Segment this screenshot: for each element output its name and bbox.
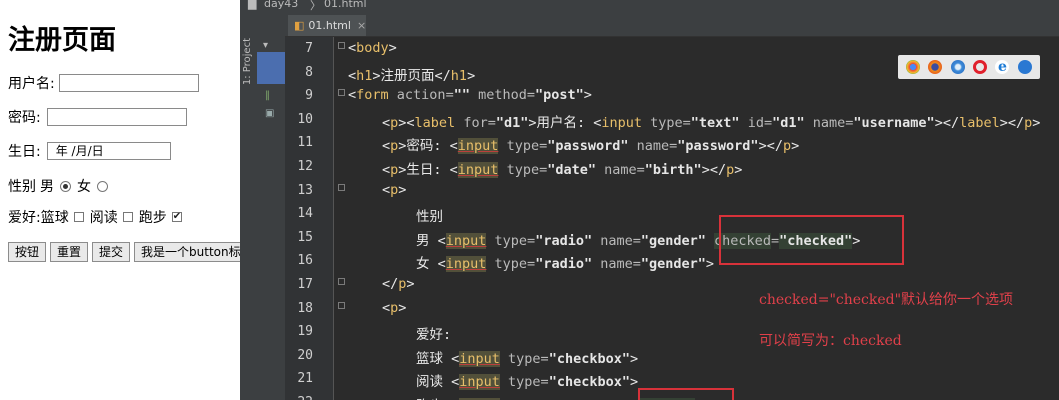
gender-male-radio[interactable] (60, 180, 71, 192)
code-line: 15 男 <input type="radio" name="gender" ch… (240, 226, 1059, 250)
code-text: <h1>注册页面</h1> (348, 67, 476, 84)
birth-date-input[interactable]: 年 /月/日 (46, 142, 171, 160)
code-text: <p>生日: <input type="date" name="birth"><… (382, 162, 743, 178)
opera-icon[interactable] (973, 60, 988, 74)
code-line: 12 <p>生日: <input type="date" name="birth"… (240, 155, 1059, 179)
gender-row: 性别 男 女 (8, 174, 114, 198)
breadcrumb-project[interactable]: day43 (264, 0, 298, 10)
html-file-icon: ◧ (294, 19, 305, 32)
birth-row: 生日: 年 /月/日 (8, 139, 171, 163)
line-number: 19 (297, 324, 313, 340)
fold-icon[interactable] (338, 89, 345, 97)
hobby-running-checkbox[interactable]: ✔ (171, 212, 182, 222)
password-row: 密码: (8, 105, 187, 129)
hobby-basketball-checkbox[interactable] (73, 212, 84, 222)
code-line: 16 女 <input type="radio" name="gender"> (240, 249, 1059, 273)
tab-label: 01.html (308, 19, 351, 32)
line-number: 7 (305, 41, 313, 56)
button-row: 按钮 重置 提交 我是一个button标签 (8, 240, 240, 264)
line-number: 8 (305, 64, 313, 80)
hobby-row: 爱好: 篮球 阅读 跑步 ✔ (8, 205, 188, 229)
line-number: 18 (297, 300, 313, 316)
code-text: <p> (382, 181, 407, 198)
username-label: 用户名: (8, 76, 55, 92)
password-label: 密码: (8, 110, 41, 126)
code-text: <p> (382, 299, 407, 316)
line-number: 16 (297, 253, 313, 269)
password-input[interactable] (46, 108, 187, 126)
tab-01-html[interactable]: ◧ 01.html × (288, 15, 366, 36)
annotation-checked-shorthand: 可以简写为：checked (759, 333, 902, 349)
code-line: 9 <form action="" method="post"> (240, 84, 1059, 108)
username-row: 用户名: (8, 71, 199, 95)
code-text: 阅读 <input type="checkbox"> (416, 374, 639, 391)
chrome-icon[interactable] (906, 60, 921, 74)
submit-button[interactable]: 提交 (92, 242, 131, 262)
annotation-checked-default: checked="checked"默认给你一个选项 (759, 292, 1014, 308)
birth-label: 生日: (8, 144, 41, 160)
ide-breadcrumb: ▆ day43 〉 01.html (240, 0, 1059, 12)
code-line: 11 <p>密码: <input type="password" name="pa… (240, 131, 1059, 155)
line-number: 11 (297, 135, 313, 151)
breadcrumb-file[interactable]: 01.html (324, 0, 367, 10)
hobby-reading-label: 阅读 (89, 210, 118, 226)
browser-preview-toolbar: e (898, 55, 1040, 79)
fold-icon[interactable] (338, 301, 345, 309)
code-text: <form action="" method="post"> (348, 87, 592, 104)
code-text: <p>密码: <input type="password" name="pass… (382, 138, 800, 155)
code-text: </p> (382, 276, 415, 292)
code-text: <body> (348, 40, 397, 56)
highlight-box-checked-short (638, 388, 734, 400)
gender-female-label: 女 (77, 179, 91, 195)
code-line: 13 <p> (240, 179, 1059, 203)
line-number: 12 (297, 159, 313, 174)
username-input[interactable] (58, 74, 199, 92)
code-text: 爱好: (416, 327, 452, 344)
browser-preview: 注册页面 用户名: 密码: 生日: 年 /月/日 性别 男 女 爱好: 篮球 阅… (0, 0, 240, 400)
gender-female-radio[interactable] (97, 180, 108, 192)
code-text: <p><label for="d1">用户名: <input type="tex… (382, 114, 1041, 131)
line-number: 14 (297, 206, 313, 222)
code-text: 性别 (416, 209, 443, 226)
tab-close-icon[interactable]: × (357, 19, 366, 32)
firefox-icon[interactable] (928, 60, 943, 74)
folder-icon: ▆ (248, 0, 257, 10)
editor-tab-bar: ◧ 01.html × (285, 12, 1059, 37)
line-number: 15 (297, 229, 313, 245)
fold-icon[interactable] (338, 278, 345, 285)
ide-window: ▆ day43 〉 01.html 1: Project ▾ ‖ ▣ ◧ 01.… (240, 0, 1059, 400)
line-number: 13 (297, 182, 313, 198)
fold-icon[interactable] (338, 183, 345, 191)
highlight-box-checked (719, 215, 904, 265)
line-number: 9 (305, 88, 313, 104)
reset-button[interactable]: 重置 (50, 242, 89, 262)
ie-icon[interactable]: e (995, 60, 1010, 74)
code-text: 篮球 <input type="checkbox"> (416, 350, 639, 367)
gender-label: 性别 (8, 179, 36, 195)
code-line: 14 性别 (240, 202, 1059, 226)
code-line: 10 <p><label for="d1">用户名: <input type="t… (240, 108, 1059, 132)
edge-icon[interactable] (1017, 60, 1032, 74)
line-number: 20 (297, 347, 313, 363)
line-number: 22 (285, 395, 313, 400)
hobby-running-label: 跑步 (138, 210, 167, 226)
line-number: 10 (297, 111, 313, 127)
button-tag-button[interactable]: 我是一个button标签 (134, 242, 240, 262)
page-heading: 注册页面 (8, 25, 116, 56)
code-line: 19 爱好: (240, 320, 1059, 344)
plain-button[interactable]: 按钮 (8, 242, 47, 262)
line-number: 17 (297, 277, 313, 292)
code-text: 女 <input type="radio" name="gender"> (416, 256, 715, 273)
safari-icon[interactable] (950, 60, 965, 74)
gender-male-label: 男 (40, 179, 54, 195)
code-line: 20 篮球 <input type="checkbox"> (240, 344, 1059, 368)
hobby-basketball-label: 篮球 (40, 210, 69, 226)
fold-icon[interactable] (338, 42, 345, 49)
line-number: 21 (297, 371, 313, 387)
hobby-label: 爱好: (8, 210, 41, 226)
hobby-reading-checkbox[interactable] (122, 212, 133, 222)
